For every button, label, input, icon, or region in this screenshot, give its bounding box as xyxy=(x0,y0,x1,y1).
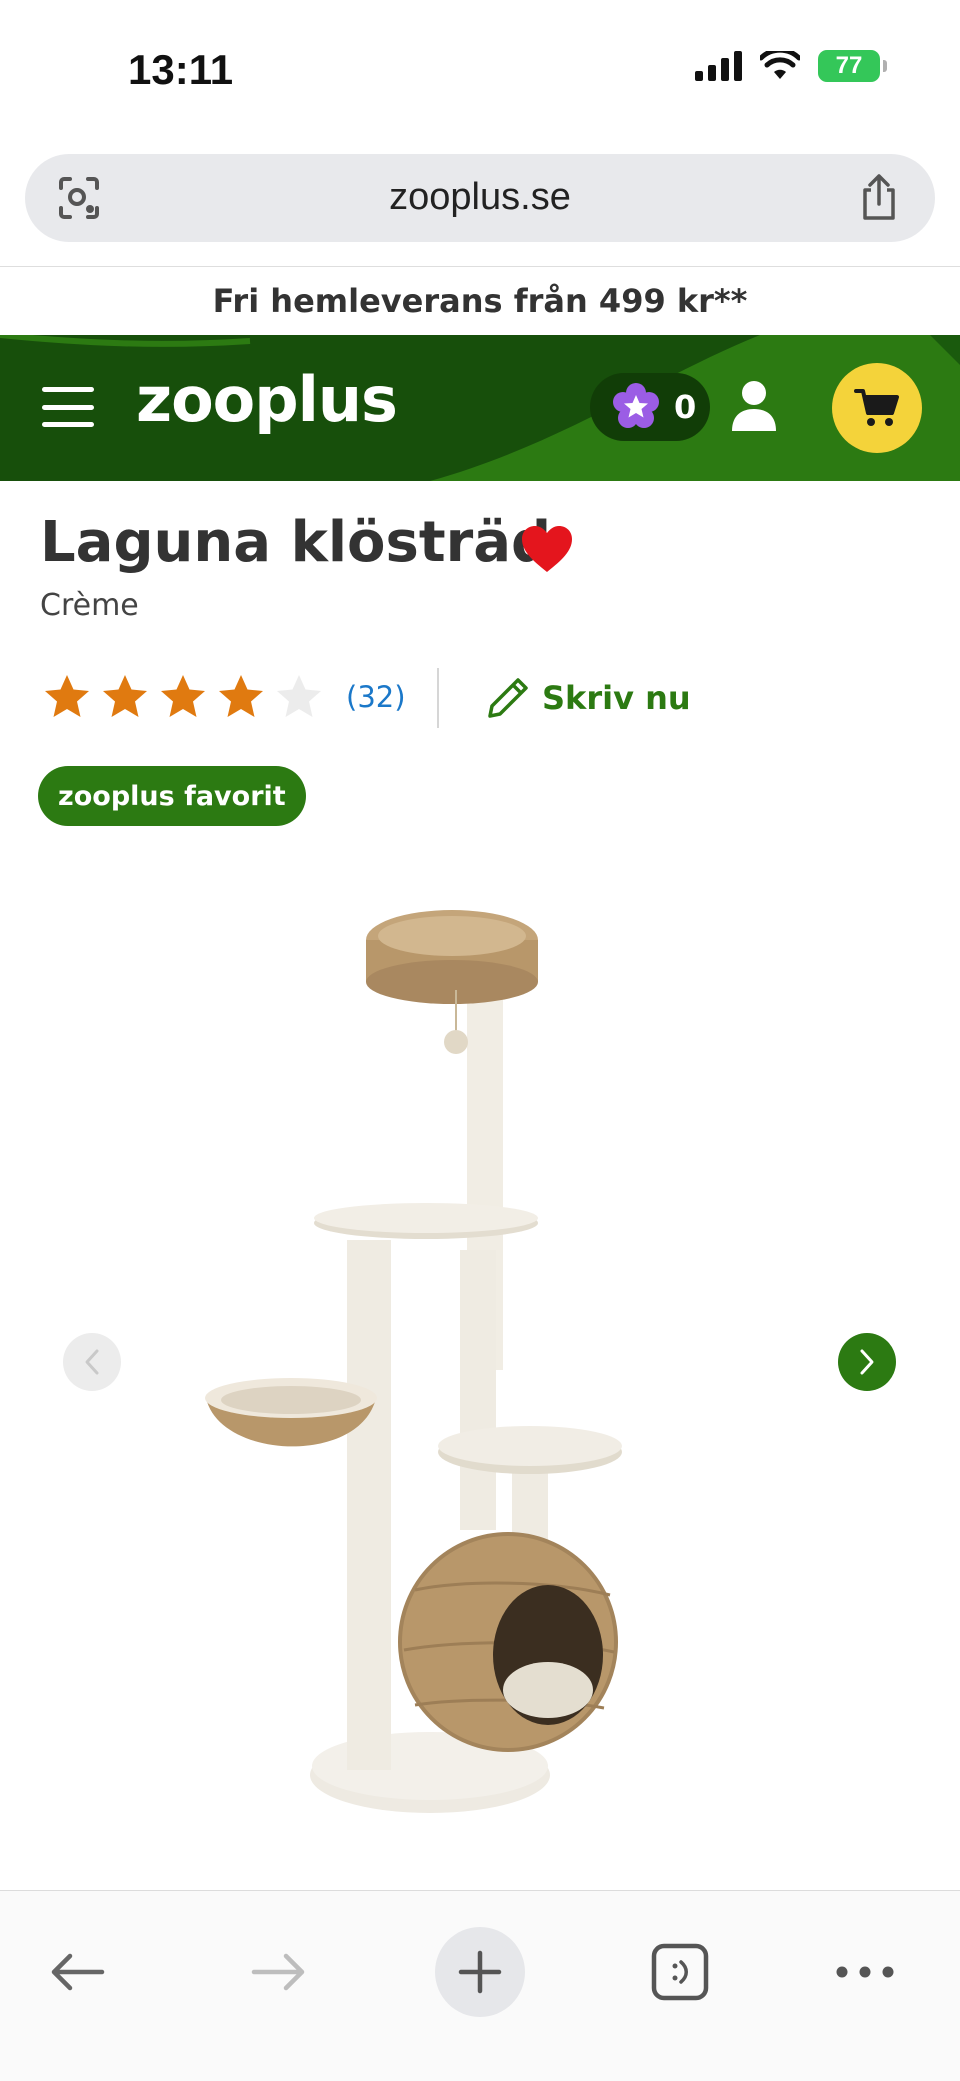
gallery-next-button[interactable] xyxy=(838,1333,896,1391)
chevron-left-icon xyxy=(85,1349,99,1375)
cart-button[interactable] xyxy=(832,363,922,453)
star-filled-icon xyxy=(161,675,205,717)
tabs-button[interactable] xyxy=(635,1927,725,2017)
user-icon[interactable] xyxy=(730,379,778,433)
pencil-icon xyxy=(488,678,528,718)
more-icon xyxy=(836,1966,894,1978)
favorite-badge: zooplus favorit xyxy=(38,766,306,826)
back-button[interactable] xyxy=(32,1927,122,2017)
loyalty-points-button[interactable]: 0 xyxy=(590,373,710,441)
new-tab-button[interactable] xyxy=(435,1927,525,2017)
promo-banner[interactable]: Fri hemleverans från 499 kr** xyxy=(0,267,960,335)
status-icons: 77 xyxy=(695,50,887,82)
gallery-prev-button[interactable] xyxy=(63,1333,121,1391)
write-review-label: Skriv nu xyxy=(542,679,691,717)
product-image[interactable] xyxy=(190,890,670,1830)
product-gallery[interactable] xyxy=(0,860,960,1860)
star-rating[interactable]: (32) xyxy=(42,672,406,722)
chevron-right-icon xyxy=(860,1349,874,1375)
hamburger-icon[interactable] xyxy=(42,387,94,427)
site-header: zooplus 0 xyxy=(0,335,960,481)
points-count: 0 xyxy=(674,388,697,426)
zooplus-logo[interactable]: zooplus xyxy=(136,363,398,436)
more-button[interactable] xyxy=(820,1927,910,2017)
browser-toolbar xyxy=(0,1890,960,2081)
battery-level: 77 xyxy=(835,52,863,79)
signal-icon xyxy=(695,51,742,81)
forward-arrow-icon xyxy=(251,1953,305,1991)
product-title: Laguna klösträd xyxy=(40,510,552,575)
address-bar[interactable]: zooplus.se xyxy=(25,154,935,242)
cart-icon xyxy=(854,389,899,426)
heart-icon[interactable] xyxy=(520,524,574,574)
back-arrow-icon xyxy=(51,1953,105,1991)
product-variant: Crème xyxy=(40,588,139,623)
review-count[interactable]: (32) xyxy=(346,680,406,714)
star-filled-icon xyxy=(219,675,263,717)
share-icon[interactable] xyxy=(857,172,901,222)
forward-button[interactable] xyxy=(234,1927,324,2017)
status-bar: 13:11 77 xyxy=(0,0,960,140)
write-review-button[interactable]: Skriv nu xyxy=(482,672,691,724)
star-filled-icon xyxy=(45,675,89,717)
star-empty-icon xyxy=(277,675,321,717)
plus-icon xyxy=(458,1950,502,1994)
rating-divider xyxy=(437,668,439,728)
wifi-icon xyxy=(760,51,800,79)
star-flower-icon xyxy=(613,383,659,428)
battery-icon: 77 xyxy=(818,50,887,82)
star-filled-icon xyxy=(103,675,147,717)
status-time: 13:11 xyxy=(128,46,234,93)
url-text[interactable]: zooplus.se xyxy=(25,176,935,219)
tabs-icon xyxy=(651,1943,709,2001)
